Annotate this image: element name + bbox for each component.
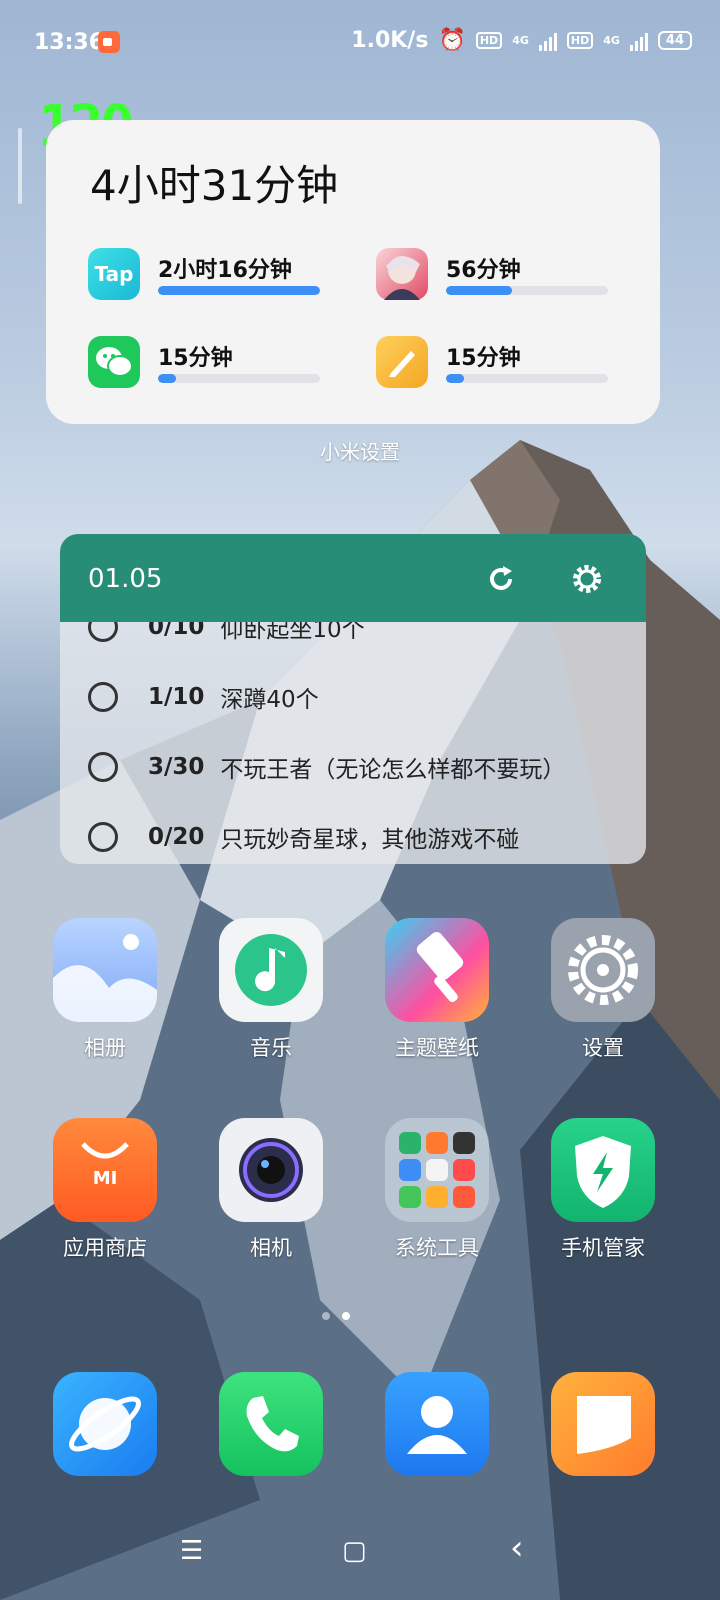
alarm-icon: ⏰ <box>438 28 466 53</box>
app-label: 设置 <box>582 1036 624 1060</box>
todo-list[interactable]: 0/10 仰卧起坐10个 1/10 深蹲40个 3/30 不玩王者（无论怎么样都… <box>60 622 646 864</box>
app-label: 相机 <box>250 1236 292 1260</box>
app-label: 相册 <box>84 1036 126 1060</box>
browser-icon <box>53 1372 157 1476</box>
battery-icon: 44 <box>657 31 692 50</box>
todo-text: 只玩妙奇星球，其他游戏不碰 <box>220 827 520 853</box>
checkbox[interactable] <box>88 752 118 782</box>
todo-progress: 1/10 <box>148 684 205 710</box>
status-bar: 13:36 1.0K/s ⏰ HD 4G HD 4G 44 <box>0 0 720 80</box>
todo-item[interactable]: 3/30 不玩王者（无论怎么样都不要玩） <box>88 742 565 792</box>
signal-icon <box>538 31 557 51</box>
wechat-icon <box>88 336 140 388</box>
todo-header: 01.05 <box>60 534 646 622</box>
folder-system-tools[interactable]: 系统工具 <box>372 1118 502 1262</box>
refresh-icon[interactable] <box>484 562 518 596</box>
signal-icon-2 <box>629 31 648 51</box>
network-type-2: 4G <box>603 34 620 47</box>
usage-item[interactable]: 15分钟 <box>376 332 608 392</box>
game-avatar-icon <box>376 248 428 300</box>
dock-phone[interactable] <box>206 1372 336 1486</box>
todo-item[interactable]: 0/10 仰卧起坐10个 <box>88 622 365 652</box>
page-indicator <box>322 1312 350 1320</box>
usage-bar <box>446 374 608 383</box>
app-themes[interactable]: 主题壁纸 <box>372 918 502 1062</box>
usage-time: 2小时16分钟 <box>158 258 292 283</box>
app-music[interactable]: 音乐 <box>206 918 336 1062</box>
hd-badge-2: HD <box>566 32 594 49</box>
navigation-bar: ☰ ▢ ‹ <box>0 1510 720 1600</box>
todo-text: 仰卧起坐10个 <box>220 622 365 643</box>
app-label: 主题壁纸 <box>395 1036 479 1060</box>
app-store-icon: MI <box>53 1118 157 1222</box>
hd-badge: HD <box>475 32 503 49</box>
dock-messages[interactable] <box>538 1372 668 1486</box>
usage-item[interactable]: 15分钟 <box>88 332 320 392</box>
music-icon <box>219 918 323 1022</box>
folder-icon <box>385 1118 489 1222</box>
app-label: 系统工具 <box>395 1236 479 1260</box>
dock-browser[interactable] <box>40 1372 170 1486</box>
notes-icon <box>376 336 428 388</box>
page-dot <box>322 1312 330 1320</box>
todo-text: 不玩王者（无论怎么样都不要玩） <box>220 757 566 783</box>
app-label: 音乐 <box>250 1036 292 1060</box>
camera-icon <box>219 1118 323 1222</box>
menu-icon[interactable]: ☰ <box>180 1536 203 1566</box>
app-camera[interactable]: 相机 <box>206 1118 336 1262</box>
phone-icon <box>219 1372 323 1476</box>
page-dot-active <box>342 1312 350 1320</box>
checkbox[interactable] <box>88 822 118 852</box>
messages-icon <box>551 1372 655 1476</box>
usage-item[interactable]: 56分钟 <box>376 244 608 304</box>
app-store[interactable]: MI 应用商店 <box>40 1118 170 1262</box>
todo-progress: 0/20 <box>148 824 205 850</box>
taptap-icon: Tap <box>88 248 140 300</box>
todo-text: 深蹲40个 <box>220 687 319 713</box>
security-icon <box>551 1118 655 1222</box>
todo-date: 01.05 <box>88 564 163 594</box>
app-label: 应用商店 <box>63 1236 147 1260</box>
checkbox[interactable] <box>88 622 118 642</box>
usage-bar <box>446 286 608 295</box>
usage-item[interactable]: Tap 2小时16分钟 <box>88 244 320 304</box>
todo-progress: 3/30 <box>148 754 205 780</box>
mi-logo-text: MI <box>92 1168 118 1189</box>
todo-widget[interactable]: 01.05 0/10 仰卧起坐10个 1/10 深蹲40个 3/30 不玩王者（… <box>60 534 646 864</box>
network-speed: 1.0K/s <box>351 28 429 53</box>
app-security[interactable]: 手机管家 <box>538 1118 668 1262</box>
usage-bar <box>158 374 320 383</box>
gear-icon[interactable] <box>570 562 604 596</box>
app-label: 手机管家 <box>561 1236 645 1260</box>
app-settings[interactable]: 设置 <box>538 918 668 1062</box>
todo-progress: 0/10 <box>148 622 205 640</box>
edge-handle[interactable] <box>18 128 22 204</box>
usage-time: 15分钟 <box>158 346 233 371</box>
screen-record-icon <box>98 31 120 53</box>
home-icon[interactable]: ▢ <box>342 1536 367 1566</box>
contacts-icon <box>385 1372 489 1476</box>
todo-item[interactable]: 0/20 只玩妙奇星球，其他游戏不碰 <box>88 812 519 862</box>
screen-time-total: 4小时31分钟 <box>90 161 339 210</box>
dock-contacts[interactable] <box>372 1372 502 1486</box>
todo-item[interactable]: 1/10 深蹲40个 <box>88 672 319 722</box>
settings-icon <box>551 918 655 1022</box>
network-type: 4G <box>512 34 529 47</box>
app-gallery[interactable]: 相册 <box>40 918 170 1062</box>
gallery-icon <box>53 918 157 1022</box>
usage-time: 15分钟 <box>446 346 521 371</box>
screen-time-widget[interactable]: 4小时31分钟 Tap 2小时16分钟 56分钟 15分钟 15分钟 <box>46 120 660 424</box>
widget-caption: 小米设置 <box>320 440 400 464</box>
usage-time: 56分钟 <box>446 258 521 283</box>
themes-icon <box>385 918 489 1022</box>
back-icon[interactable]: ‹ <box>510 1528 524 1568</box>
usage-bar <box>158 286 320 295</box>
clock: 13:36 <box>34 30 105 55</box>
checkbox[interactable] <box>88 682 118 712</box>
